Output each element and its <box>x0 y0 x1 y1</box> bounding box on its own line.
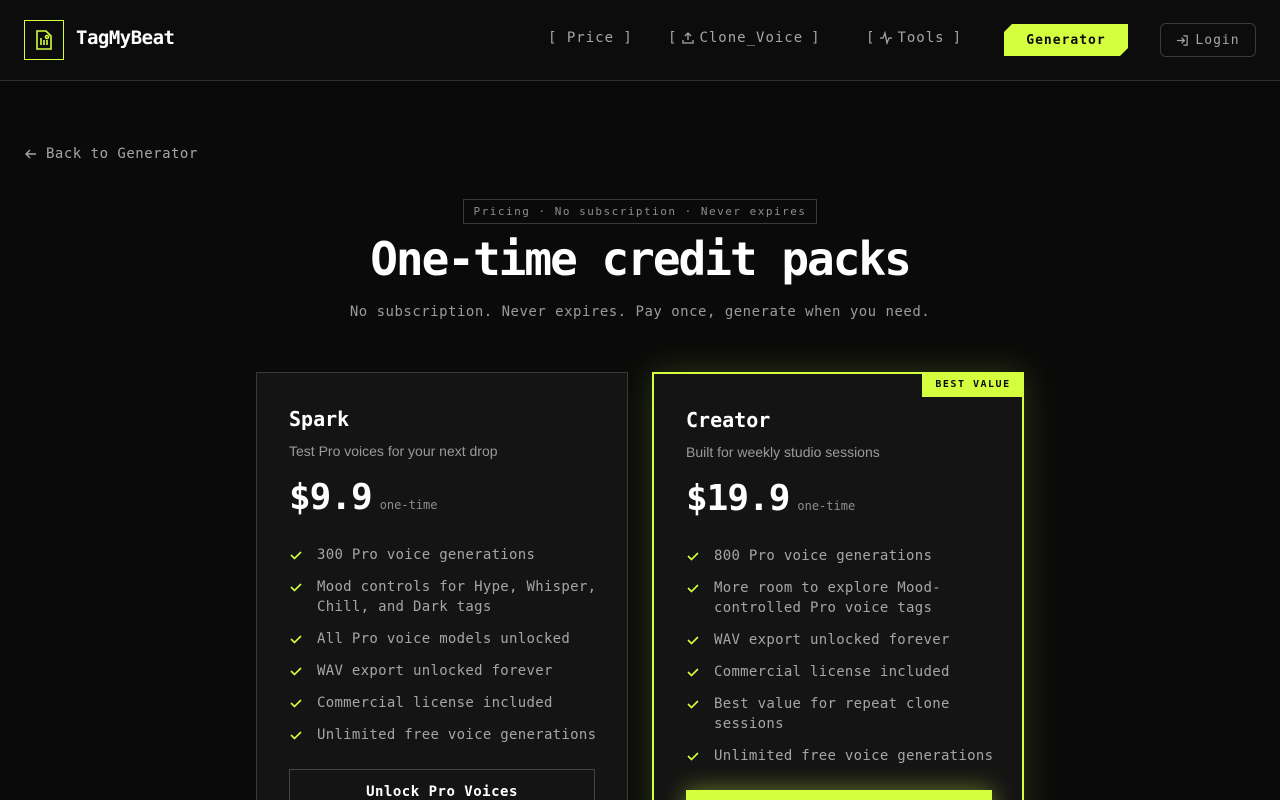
upload-icon <box>682 32 695 44</box>
feature-item: Best value for repeat clone sessions <box>686 694 996 734</box>
bracket-close: ] <box>952 30 963 46</box>
pricing-eyebrow: Pricing · No subscription · Never expire… <box>463 199 817 224</box>
unlock-pro-voices-button[interactable]: Unlock Pro Voices <box>289 769 595 800</box>
bracket-open: [ <box>668 30 678 46</box>
feature-list: 300 Pro voice generations Mood controls … <box>289 545 599 757</box>
bracket-close: ] <box>811 30 821 46</box>
feature-item: Commercial license included <box>686 662 996 682</box>
nav-clone-voice-label: Clone_Voice <box>699 30 804 46</box>
feature-text: Commercial license included <box>714 664 950 680</box>
check-icon <box>687 700 699 709</box>
plan-price: $9.9 <box>289 477 373 518</box>
feature-text: Best value for repeat clone sessions <box>714 696 950 732</box>
feature-text: 800 Pro voice generations <box>714 548 933 564</box>
feature-text: WAV export unlocked forever <box>317 663 553 679</box>
nav-tools-label: Tools <box>897 30 945 46</box>
pricing-card-creator: BEST VALUE Creator Built for weekly stud… <box>652 372 1024 800</box>
check-icon <box>290 667 302 676</box>
price-note: one-time <box>797 499 856 513</box>
feature-item: 300 Pro voice generations <box>289 545 599 565</box>
plan-price: $19.9 <box>686 478 790 519</box>
feature-text: Unlimited free voice generations <box>317 727 597 743</box>
nav-price-link[interactable]: [ Price ] <box>548 30 633 46</box>
plan-description: Test Pro voices for your next drop <box>289 443 498 459</box>
top-navbar: TagMyBeat [ Price ] [ Clone_Voice ] [ To… <box>0 0 1280 81</box>
check-icon <box>290 583 302 592</box>
best-value-badge: BEST VALUE <box>922 372 1024 397</box>
page-subtitle: No subscription. Never expires. Pay once… <box>349 304 931 320</box>
check-icon <box>687 552 699 561</box>
feature-item: 800 Pro voice generations <box>686 546 996 566</box>
check-icon <box>687 668 699 677</box>
page-title: One-time credit packs <box>370 232 912 286</box>
price-row: $9.9 one-time <box>289 477 438 518</box>
login-label: Login <box>1195 32 1240 48</box>
plan-name: Creator <box>686 408 771 432</box>
feature-item: Mood controls for Hype, Whisper, Chill, … <box>289 577 599 617</box>
back-link-label: Back to Generator <box>46 146 198 162</box>
plan-name: Spark <box>289 407 350 431</box>
nav-tools-link[interactable]: [ Tools ] <box>866 30 962 46</box>
feature-item: Unlimited free voice generations <box>686 746 996 766</box>
back-to-generator-link[interactable]: Back to Generator <box>24 146 198 162</box>
check-icon <box>687 752 699 761</box>
feature-text: Mood controls for Hype, Whisper, Chill, … <box>317 579 597 615</box>
login-button[interactable]: Login <box>1160 23 1256 57</box>
check-icon <box>687 636 699 645</box>
brand-name[interactable]: TagMyBeat <box>76 27 175 49</box>
feature-item: More room to explore Mood-controlled Pro… <box>686 578 996 618</box>
check-icon <box>290 731 302 740</box>
pricing-card-spark: Spark Test Pro voices for your next drop… <box>256 372 628 800</box>
feature-text: 300 Pro voice generations <box>317 547 536 563</box>
feature-item: Commercial license included <box>289 693 599 713</box>
feature-item: All Pro voice models unlocked <box>289 629 599 649</box>
feature-text: Unlimited free voice generations <box>714 748 994 764</box>
price-note: one-time <box>379 498 438 512</box>
check-icon <box>687 584 699 593</box>
feature-text: All Pro voice models unlocked <box>317 631 571 647</box>
feature-item: Unlimited free voice generations <box>289 725 599 745</box>
check-icon <box>290 551 302 560</box>
check-icon <box>290 699 302 708</box>
generator-button[interactable]: Generator <box>1004 24 1128 56</box>
creator-cta-button[interactable] <box>686 790 992 800</box>
nav-clone-voice-link[interactable]: [ Clone_Voice ] <box>668 30 821 46</box>
nav-price-label: [ Price ] <box>548 30 633 46</box>
feature-text: More room to explore Mood-controlled Pro… <box>714 580 941 616</box>
plan-description: Built for weekly studio sessions <box>686 444 880 460</box>
check-icon <box>290 635 302 644</box>
feature-text: Commercial license included <box>317 695 553 711</box>
login-arrow-icon <box>1177 34 1189 46</box>
price-row: $19.9 one-time <box>686 478 855 519</box>
arrow-left-icon <box>25 149 36 159</box>
feature-text: WAV export unlocked forever <box>714 632 950 648</box>
bracket-open: [ <box>866 30 876 46</box>
feature-item: WAV export unlocked forever <box>686 630 996 650</box>
feature-item: WAV export unlocked forever <box>289 661 599 681</box>
pulse-icon <box>880 31 893 45</box>
feature-list: 800 Pro voice generations More room to e… <box>686 546 996 778</box>
logo-icon[interactable] <box>24 20 64 60</box>
